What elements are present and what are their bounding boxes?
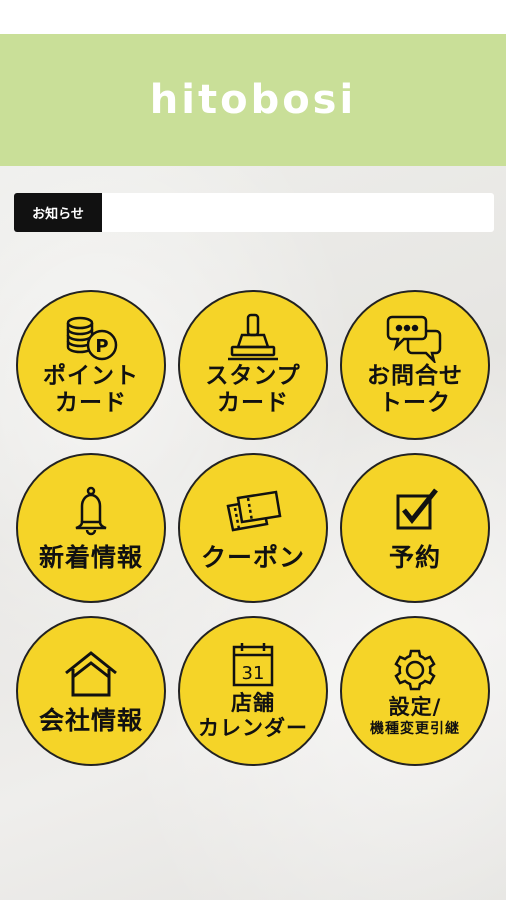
point-card-button[interactable]: P ポイント カード — [16, 290, 166, 440]
calendar-day-number: 31 — [242, 663, 265, 684]
bell-icon — [62, 486, 120, 536]
news-label: 新着情報 — [38, 542, 143, 572]
gear-icon — [386, 645, 444, 695]
svg-text:P: P — [95, 336, 108, 357]
stamp-card-label-2: カード — [217, 390, 289, 416]
store-calendar-label-1: 店舗 — [231, 691, 275, 715]
inquiry-talk-label-1: お問合せ — [367, 363, 463, 389]
news-button[interactable]: 新着情報 — [16, 453, 166, 603]
stamp-card-button[interactable]: スタンプ カード — [178, 290, 328, 440]
store-calendar-button[interactable]: 31 店舗 カレンダー — [178, 616, 328, 766]
coins-point-icon: P — [62, 313, 120, 363]
company-info-label: 会社情報 — [38, 705, 143, 735]
coupon-button[interactable]: クーポン — [178, 453, 328, 603]
reservation-label: 予約 — [388, 542, 441, 572]
company-info-button[interactable]: 会社情報 — [16, 616, 166, 766]
checkbox-icon — [386, 486, 444, 536]
point-card-label-2: カード — [55, 390, 127, 416]
inquiry-talk-button[interactable]: お問合せ トーク — [340, 290, 490, 440]
stamp-card-label-1: スタンプ — [205, 363, 301, 389]
coupon-tickets-icon — [224, 486, 282, 536]
settings-sublabel: 機種変更引継 — [370, 720, 460, 737]
calendar-icon: 31 — [224, 641, 282, 691]
chat-bubbles-icon — [386, 313, 444, 363]
inquiry-talk-label-2: トーク — [379, 390, 451, 416]
settings-button[interactable]: 設定/ 機種変更引継 — [340, 616, 490, 766]
menu-grid: P ポイント カード スタンプ カード お問合せ トーク 新着情報 クーポン 予… — [0, 0, 506, 900]
stamp-icon — [224, 313, 282, 363]
house-icon — [62, 649, 120, 699]
reservation-button[interactable]: 予約 — [340, 453, 490, 603]
settings-label: 設定/ — [388, 694, 442, 719]
point-card-label-1: ポイント — [43, 363, 139, 389]
coupon-label: クーポン — [200, 542, 305, 572]
store-calendar-label-2: カレンダー — [198, 716, 308, 740]
